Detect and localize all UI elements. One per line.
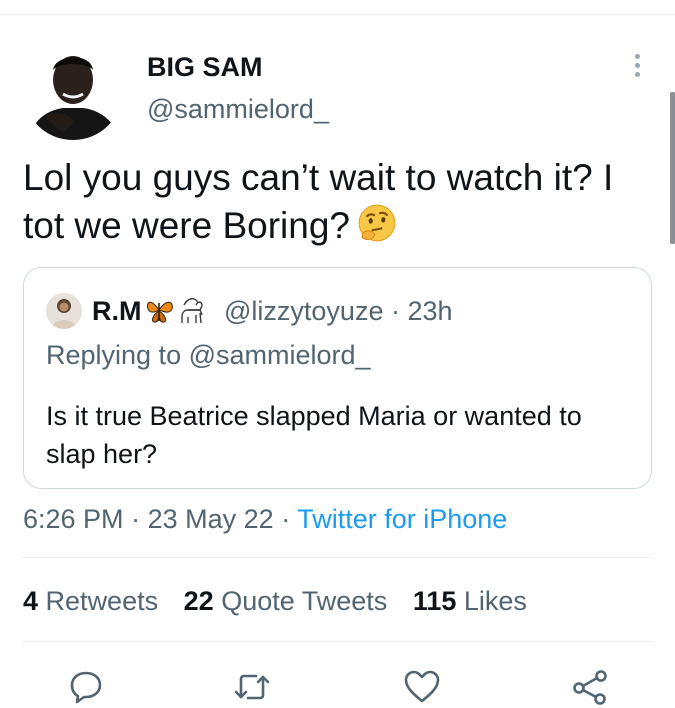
quoted-tweet-card[interactable]: R.M @lizzytoyuze · 23h Replying to @samm…: [23, 267, 652, 489]
tweet-source-link[interactable]: Twitter for iPhone: [297, 504, 507, 534]
author-display-name[interactable]: BIG SAM: [147, 52, 263, 83]
likes-label: Likes: [463, 586, 527, 616]
quoted-author-handle[interactable]: @lizzytoyuze: [224, 296, 383, 326]
tweet-body: Lol you guys can’t wait to watch it? I t…: [23, 157, 614, 246]
timestamp-line: 6:26 PM · 23 May 22 · Twitter for iPhone: [23, 504, 507, 535]
quoted-author-name[interactable]: R.M: [92, 296, 142, 327]
thinking-face-icon: [356, 202, 398, 256]
quoted-tweet-age: 23h: [407, 296, 453, 326]
quoted-name-emojis: [144, 293, 224, 327]
goat-icon: [181, 298, 203, 324]
like-button[interactable]: [402, 667, 442, 707]
tweet-date[interactable]: 23 May 22: [148, 504, 274, 534]
replying-label: Replying to: [46, 340, 182, 370]
reply-icon: [70, 671, 102, 704]
tweet-time[interactable]: 6:26 PM: [23, 504, 124, 534]
reply-button[interactable]: [66, 667, 106, 707]
retweet-icon: [234, 674, 270, 700]
replying-handle[interactable]: @sammielord_: [189, 340, 371, 370]
butterfly-icon: [147, 301, 173, 323]
tweet-text: Lol you guys can’t wait to watch it? I t…: [23, 154, 643, 256]
quote-tweets-label: Quote Tweets: [221, 586, 388, 616]
more-options-icon[interactable]: [630, 54, 644, 82]
author-avatar[interactable]: [23, 40, 123, 140]
author-handle[interactable]: @sammielord_: [147, 94, 329, 125]
likes-stat[interactable]: 115 Likes: [413, 586, 527, 616]
quoted-author-avatar[interactable]: [46, 293, 82, 329]
stats-top-divider: [23, 557, 652, 558]
like-icon: [404, 670, 440, 703]
quote-tweets-count: 22: [183, 586, 214, 616]
share-icon: [573, 670, 607, 705]
stats-bottom-divider: [23, 641, 652, 642]
scrollbar[interactable]: [670, 92, 675, 244]
separator: ·: [281, 504, 291, 534]
quoted-tweet-text: Is it true Beatrice slapped Maria or wan…: [46, 401, 582, 469]
likes-count: 115: [412, 586, 457, 616]
replying-to-line: Replying to @sammielord_: [46, 340, 371, 371]
retweet-button[interactable]: [232, 667, 272, 707]
separator: ·: [131, 504, 141, 534]
share-button[interactable]: [570, 667, 610, 707]
top-divider: [0, 14, 675, 15]
quote-tweets-stat[interactable]: 22 Quote Tweets: [184, 586, 388, 616]
separator: ·: [390, 296, 400, 326]
engagement-stats: 4 Retweets 22 Quote Tweets 115 Likes: [23, 586, 545, 617]
retweets-label: Retweets: [45, 586, 159, 616]
retweets-count: 4: [23, 586, 39, 616]
quoted-meta: @lizzytoyuze · 23h: [224, 296, 453, 327]
retweets-stat[interactable]: 4 Retweets: [23, 586, 158, 616]
